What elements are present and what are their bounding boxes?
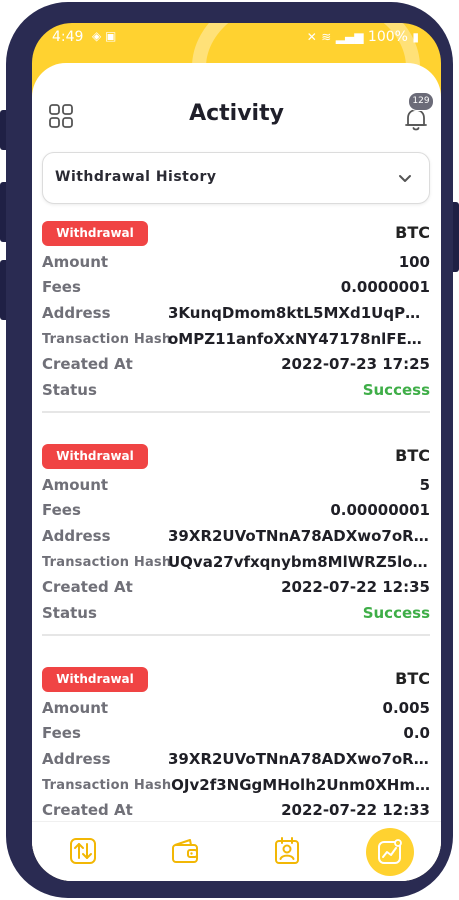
created-at-label: Created At xyxy=(42,801,133,819)
address-label: Address xyxy=(42,527,111,545)
side-button xyxy=(0,110,6,150)
amount-row: Amount 0.005 xyxy=(42,699,430,721)
side-button xyxy=(0,260,6,320)
status-row: Status Success xyxy=(42,604,430,626)
address-value[interactable]: 39XR2UVoTNnA78ADXwo7oRLf… xyxy=(168,527,430,545)
address-value[interactable]: 39XR2UVoTNnA78ADXwo7oRLf… xyxy=(168,750,430,768)
status-bar: 4:49 ◈ ▣ ✕ ≋ ▂▄▆ 100% ▮ xyxy=(32,23,441,53)
tx-hash-label: Transaction Hash xyxy=(42,555,172,570)
created-at-row: Created At 2022-07-22 12:33 xyxy=(42,801,430,823)
battery-icon: ▮ xyxy=(412,30,419,44)
created-at-label: Created At xyxy=(42,355,133,373)
status-time: 4:49 xyxy=(52,29,84,45)
fees-row: Fees 0.0 xyxy=(42,724,430,746)
created-at-row: Created At 2022-07-22 12:35 xyxy=(42,578,430,600)
address-label: Address xyxy=(42,304,111,322)
chevron-down-icon xyxy=(399,175,411,182)
tx-hash-value[interactable]: UQva27vfxqnybm8MlWRZ5lo2… xyxy=(168,553,430,571)
tx-hash-value[interactable]: OJv2f3NGgMHolh2Unm0XHm… xyxy=(171,776,430,794)
side-button xyxy=(0,182,6,242)
withdrawal-tag: Withdrawal xyxy=(42,667,148,692)
tx-hash-row: Transaction Hash OJv2f3NGgMHolh2Unm0XHm… xyxy=(42,776,430,798)
amount-value: 0.005 xyxy=(382,699,430,717)
status-label: Status xyxy=(42,381,97,399)
battery-level: 100% xyxy=(367,29,408,45)
divider xyxy=(42,634,430,636)
amount-label: Amount xyxy=(42,253,109,271)
address-row: Address 39XR2UVoTNnA78ADXwo7oRLf… xyxy=(42,750,430,772)
address-value[interactable]: 3KunqDmom8ktL5MXd1UqP1n… xyxy=(168,304,430,322)
created-at-row: Created At 2022-07-23 17:25 xyxy=(42,355,430,377)
fees-value: 0.0 xyxy=(403,724,430,742)
wifi-icon: ≋ xyxy=(321,30,332,44)
status-value: Success xyxy=(362,604,430,622)
created-at-value: 2022-07-22 12:35 xyxy=(281,578,430,596)
coin-symbol: BTC xyxy=(395,669,430,688)
nav-active-indicator[interactable] xyxy=(366,828,414,876)
page-title: Activity xyxy=(189,101,284,126)
bottom-nav xyxy=(32,821,441,881)
tx-hash-label: Transaction Hash xyxy=(42,778,172,793)
created-at-value: 2022-07-22 12:33 xyxy=(281,801,430,819)
withdrawal-tag: Withdrawal xyxy=(42,221,148,246)
notification-badge: 129 xyxy=(408,92,434,111)
address-label: Address xyxy=(42,750,111,768)
amount-row: Amount 5 xyxy=(42,476,430,498)
address-row: Address 39XR2UVoTNnA78ADXwo7oRLf… xyxy=(42,527,430,549)
screen: 4:49 ◈ ▣ ✕ ≋ ▂▄▆ 100% ▮ Activity 129 Wit… xyxy=(32,23,441,881)
history-type-value: Withdrawal History xyxy=(55,169,217,185)
tx-hash-value[interactable]: oMPZ11anfoXxNY47178nlFExOl… xyxy=(168,330,430,348)
tx-hash-label: Transaction Hash xyxy=(42,332,172,347)
fees-label: Fees xyxy=(42,501,81,519)
fees-label: Fees xyxy=(42,724,81,742)
amount-row: Amount 100 xyxy=(42,253,430,275)
created-at-label: Created At xyxy=(42,578,133,596)
address-row: Address 3KunqDmom8ktL5MXd1UqP1n… xyxy=(42,304,430,326)
amount-label: Amount xyxy=(42,699,109,717)
fees-row: Fees 0.00000001 xyxy=(42,501,430,523)
notification-icons: ◈ ▣ xyxy=(92,29,117,43)
history-type-select[interactable]: Withdrawal History xyxy=(42,152,430,204)
wallet-icon[interactable] xyxy=(170,836,200,866)
phone-frame: 4:49 ◈ ▣ ✕ ≋ ▂▄▆ 100% ▮ Activity 129 Wit… xyxy=(0,2,459,898)
mute-icon: ✕ xyxy=(306,30,317,44)
fees-value: 0.0000001 xyxy=(340,278,430,296)
fees-row: Fees 0.0000001 xyxy=(42,278,430,300)
status-row: Status Success xyxy=(42,381,430,403)
tx-hash-row: Transaction Hash oMPZ11anfoXxNY47178nlFE… xyxy=(42,330,430,352)
signal-icon: ▂▄▆ xyxy=(335,30,364,44)
fees-value: 0.00000001 xyxy=(330,501,430,519)
amount-label: Amount xyxy=(42,476,109,494)
created-at-value: 2022-07-23 17:25 xyxy=(281,355,430,373)
profile-card-icon[interactable] xyxy=(272,836,302,866)
activity-chart-icon xyxy=(378,839,402,864)
amount-value: 5 xyxy=(419,476,430,494)
status-right: ✕ ≋ ▂▄▆ 100% ▮ xyxy=(307,29,419,45)
side-button xyxy=(453,202,459,272)
divider xyxy=(42,411,430,413)
withdrawal-tag: Withdrawal xyxy=(42,444,148,469)
fees-label: Fees xyxy=(42,278,81,296)
amount-value: 100 xyxy=(398,253,430,271)
tx-hash-row: Transaction Hash UQva27vfxqnybm8MlWRZ5lo… xyxy=(42,553,430,575)
coin-symbol: BTC xyxy=(395,223,430,242)
transfer-icon[interactable] xyxy=(68,836,98,866)
coin-symbol: BTC xyxy=(395,446,430,465)
status-value: Success xyxy=(362,381,430,399)
content-card: Activity 129 Withdrawal History Withdraw… xyxy=(32,63,441,881)
status-label: Status xyxy=(42,604,97,622)
